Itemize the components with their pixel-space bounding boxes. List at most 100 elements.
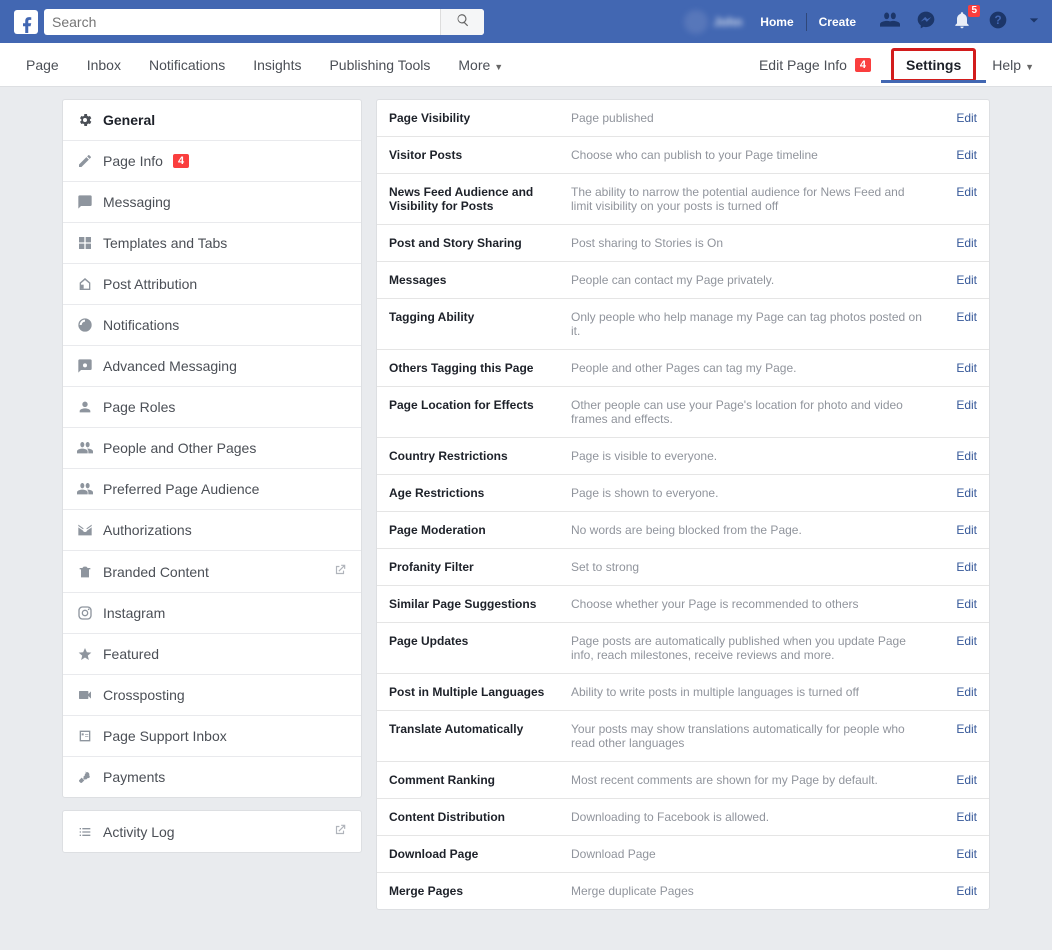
row-label: Content Distribution: [389, 810, 561, 824]
settings-button[interactable]: Settings: [891, 48, 976, 82]
settings-row: Others Tagging this PagePeople and other…: [377, 350, 989, 387]
edit-link[interactable]: Edit: [937, 148, 977, 162]
sidebar-item[interactable]: Page Support Inbox: [63, 716, 361, 757]
edit-link[interactable]: Edit: [937, 273, 977, 287]
edit-link[interactable]: Edit: [937, 398, 977, 426]
sidebar-item[interactable]: Branded Content: [63, 551, 361, 593]
sidebar-item-label: Templates and Tabs: [103, 235, 227, 251]
tab-publishing-tools[interactable]: Publishing Tools: [315, 57, 444, 73]
sidebar-item[interactable]: Crossposting: [63, 675, 361, 716]
sidebar-item-activity-log[interactable]: Activity Log: [63, 811, 361, 852]
edit-link[interactable]: Edit: [937, 685, 977, 699]
row-label: Post and Story Sharing: [389, 236, 561, 250]
sidebar-item[interactable]: Notifications: [63, 305, 361, 346]
sidebar-item[interactable]: Advanced Messaging: [63, 346, 361, 387]
settings-row: Page Visibility Page published Edit: [377, 100, 989, 137]
sidebar-item[interactable]: People and Other Pages: [63, 428, 361, 469]
notifications-icon[interactable]: 5: [952, 10, 972, 33]
tab-insights[interactable]: Insights: [239, 57, 315, 73]
create-link[interactable]: Create: [809, 15, 866, 29]
sidebar-item[interactable]: Payments: [63, 757, 361, 797]
edit-link[interactable]: Edit: [937, 310, 977, 338]
sidebar-icon: [77, 235, 93, 251]
edit-link[interactable]: Edit: [937, 361, 977, 375]
edit-link[interactable]: Edit: [937, 560, 977, 574]
row-label: Visitor Posts: [389, 148, 561, 162]
search-icon: [456, 13, 470, 30]
help-button[interactable]: Help▼: [986, 57, 1040, 73]
sidebar-item[interactable]: Preferred Page Audience: [63, 469, 361, 510]
sidebar-item-label: Page Roles: [103, 399, 175, 415]
row-label: Merge Pages: [389, 884, 561, 898]
sidebar-item-label: Advanced Messaging: [103, 358, 237, 374]
sidebar-item[interactable]: Page Info4: [63, 141, 361, 182]
edit-link[interactable]: Edit: [937, 236, 977, 250]
settings-row: Post and Story SharingPost sharing to St…: [377, 225, 989, 262]
edit-link[interactable]: Edit: [937, 597, 977, 611]
edit-link[interactable]: Edit: [937, 486, 977, 500]
row-desc: Set to strong: [571, 560, 927, 574]
search-input[interactable]: [44, 9, 484, 35]
sidebar-item[interactable]: General: [63, 100, 361, 141]
row-desc: Most recent comments are shown for my Pa…: [571, 773, 927, 787]
edit-link[interactable]: Edit: [937, 773, 977, 787]
row-label: Country Restrictions: [389, 449, 561, 463]
profile-chip[interactable]: John: [676, 10, 751, 34]
tab-page[interactable]: Page: [12, 57, 73, 73]
sidebar-item[interactable]: Post Attribution: [63, 264, 361, 305]
badge: 4: [173, 154, 189, 168]
sidebar-item[interactable]: Templates and Tabs: [63, 223, 361, 264]
home-link[interactable]: Home: [750, 15, 803, 29]
search: [44, 9, 484, 35]
row-desc: People and other Pages can tag my Page.: [571, 361, 927, 375]
edit-link[interactable]: Edit: [937, 523, 977, 537]
sidebar-item[interactable]: Page Roles: [63, 387, 361, 428]
avatar: [684, 10, 708, 34]
sidebar-item[interactable]: Authorizations: [63, 510, 361, 551]
settings-row: Country Restrictions Page is visible to e…: [377, 438, 989, 475]
tab-inbox[interactable]: Inbox: [73, 57, 135, 73]
sidebar-item[interactable]: Featured: [63, 634, 361, 675]
row-desc: Merge duplicate Pages: [571, 884, 927, 898]
settings-row: Profanity FilterSet to strongEdit: [377, 549, 989, 586]
row-label: Page Moderation: [389, 523, 561, 537]
edit-link[interactable]: Edit: [937, 810, 977, 824]
row-desc: People can contact my Page privately.: [571, 273, 927, 287]
sidebar-item-label: Activity Log: [103, 824, 175, 840]
edit-link[interactable]: Edit: [937, 449, 977, 463]
account-menu-icon[interactable]: [1024, 10, 1044, 33]
edit-page-info[interactable]: Edit Page Info 4: [749, 57, 881, 73]
row-label: Download Page: [389, 847, 561, 861]
messenger-icon[interactable]: [916, 10, 936, 33]
edit-link[interactable]: Edit: [937, 111, 977, 125]
edit-link[interactable]: Edit: [937, 884, 977, 898]
row-desc: Downloading to Facebook is allowed.: [571, 810, 927, 824]
row-label: Translate Automatically: [389, 722, 561, 750]
edit-link[interactable]: Edit: [937, 722, 977, 750]
settings-row: Page ModerationNo words are being blocke…: [377, 512, 989, 549]
tab-notifications[interactable]: Notifications: [135, 57, 239, 73]
sidebar-item[interactable]: Messaging: [63, 182, 361, 223]
sidebar-item-label: People and Other Pages: [103, 440, 256, 456]
help-icon[interactable]: ?: [988, 10, 1008, 33]
sidebar-item[interactable]: Instagram: [63, 593, 361, 634]
search-button[interactable]: [440, 9, 484, 35]
topbar: John Home Create 5 ?: [0, 0, 1052, 43]
facebook-logo[interactable]: [14, 10, 38, 34]
sidebar-icon: [77, 358, 93, 374]
row-label: Page Visibility: [389, 111, 561, 125]
row-desc: Page is visible to everyone.: [571, 449, 927, 463]
svg-text:?: ?: [994, 14, 1001, 27]
row-desc: Page published: [571, 111, 927, 125]
chevron-down-icon: ▼: [1025, 62, 1034, 72]
external-icon: [333, 823, 347, 840]
edit-link[interactable]: Edit: [937, 185, 977, 213]
friend-requests-icon[interactable]: [880, 10, 900, 33]
tab-more[interactable]: More▼: [444, 57, 517, 73]
edit-link[interactable]: Edit: [937, 634, 977, 662]
sidebar-icon: [77, 440, 93, 456]
sidebar-item-label: Notifications: [103, 317, 179, 333]
edit-link[interactable]: Edit: [937, 847, 977, 861]
sidebar-icon: [77, 769, 93, 785]
row-label: Page Updates: [389, 634, 561, 662]
